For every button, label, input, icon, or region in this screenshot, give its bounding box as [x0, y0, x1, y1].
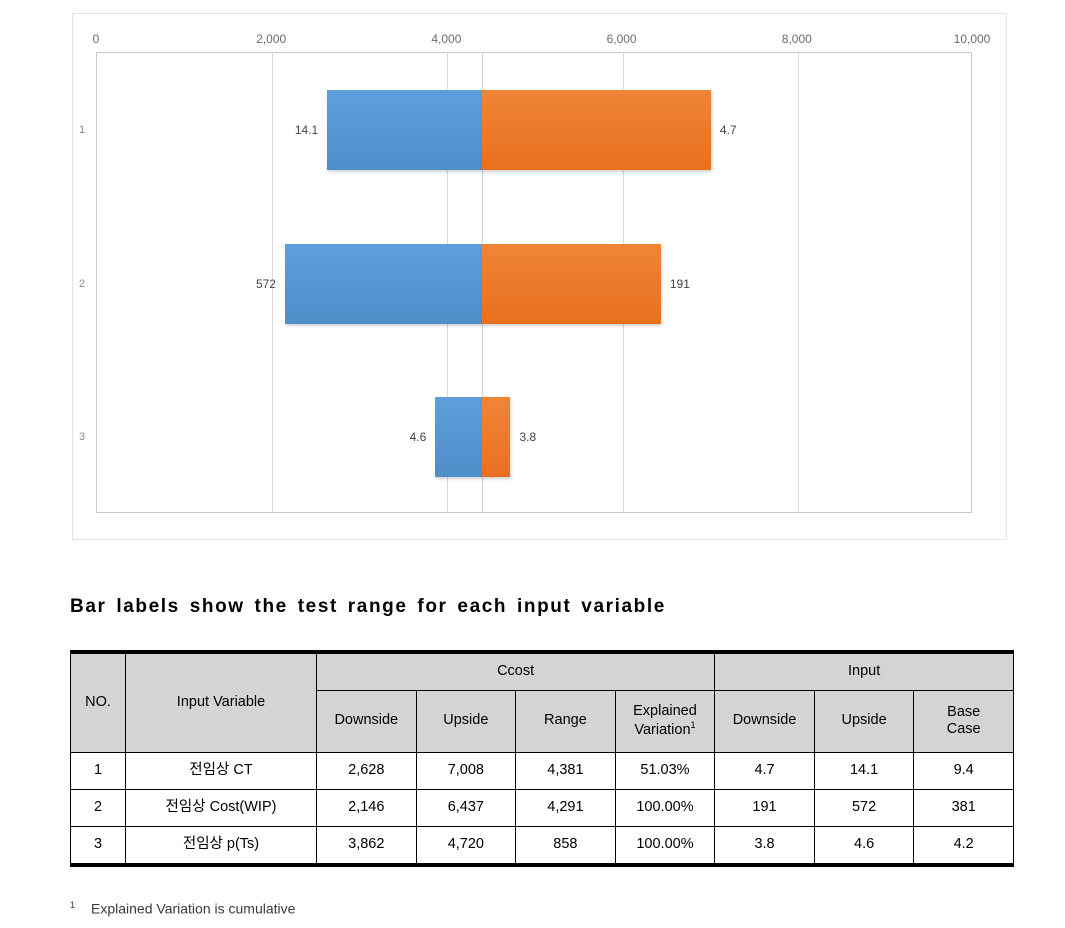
cell-no: 3	[70, 825, 126, 865]
cell-ccost-downside: 2,146	[316, 788, 417, 827]
sensitivity-table: NO. Input Variable Ccost Input Downside …	[70, 650, 1014, 867]
cell-ccost-range: 4,381	[515, 751, 616, 790]
bar-row: 3 4.6 3.8	[79, 397, 971, 478]
cell-ccost-upside: 6,437	[415, 788, 517, 827]
footnote-mark: 1	[70, 900, 76, 910]
bar-label-upside: 4.7	[719, 122, 737, 137]
table-row: 2 전임상 Cost(WIP) 2,146 6,437 4,291 100.00% 191 5…	[70, 788, 1014, 827]
bar-segment-upside[interactable]: 3.8	[482, 397, 536, 478]
bar-label-downside: 4.6	[409, 430, 427, 445]
cell-ccost-downside: 3,862	[316, 825, 417, 865]
col-header-input-upside: Upside	[813, 689, 915, 753]
col-header-ccost-range: Range	[515, 689, 616, 753]
cell-base-case: 381	[913, 788, 1014, 827]
cell-ccost-upside: 4,720	[415, 825, 517, 865]
cell-input-variable: 전임상 CT	[125, 751, 317, 790]
bar-row: 2 572 191	[79, 243, 971, 324]
x-axis-tick-label: 6,000	[606, 32, 637, 46]
cell-input-upside: 4.6	[813, 825, 915, 865]
bar-segment-downside[interactable]: 4.6	[410, 397, 483, 478]
x-axis-tick-label: 2,000	[256, 32, 287, 46]
col-header-explained-variation: Explained Variation1	[614, 689, 716, 753]
table-body: 1 전임상 CT 2,628 7,008 4,381 51.03% 4.7 14.1 9.4 2 전…	[70, 751, 1014, 865]
cell-input-downside: 3.8	[714, 825, 815, 865]
cell-input-variable: 전임상 Cost(WIP)	[125, 788, 317, 827]
y-axis-tick-label: 1	[79, 123, 86, 136]
table-row: 1 전임상 CT 2,628 7,008 4,381 51.03% 4.7 14.1 9.4	[70, 751, 1014, 790]
cell-ccost-range: 4,291	[515, 788, 616, 827]
cell-base-case: 9.4	[913, 751, 1014, 790]
col-group-header-input: Input	[714, 651, 1014, 691]
table-header-group-row: NO. Input Variable Ccost Input	[70, 651, 1014, 753]
col-header-input-downside: Downside	[714, 689, 815, 753]
bar-label-downside: 14.1	[294, 122, 319, 137]
bar-label-upside: 191	[669, 276, 690, 291]
col-header-ccost-upside: Upside	[415, 689, 517, 753]
cell-no: 1	[70, 751, 126, 790]
x-axis: 0 2,000 4,000 6,000 8,000 10,000	[73, 14, 1008, 52]
table-row: 3 전임상 p(Ts) 3,862 4,720 858 100.00% 3.8 4.6 4.2	[70, 825, 1014, 865]
cell-input-upside: 14.1	[813, 751, 915, 790]
cell-no: 2	[70, 788, 126, 827]
bar-segment-downside[interactable]: 572	[256, 243, 483, 324]
cell-explained-variation: 51.03%	[614, 751, 716, 790]
cell-explained-variation: 100.00%	[614, 788, 716, 827]
cell-base-case: 4.2	[913, 825, 1014, 865]
cell-input-variable: 전임상 p(Ts)	[125, 825, 317, 865]
cell-ccost-range: 858	[515, 825, 616, 865]
bar-segment-downside[interactable]: 14.1	[295, 89, 483, 170]
bar-segment-upside[interactable]: 4.7	[482, 89, 737, 170]
x-axis-tick-label: 10,000	[953, 32, 991, 46]
table-footnote: 1 Explained Variation is cumulative	[70, 900, 295, 917]
bar-label-upside: 3.8	[519, 430, 537, 445]
y-axis-tick-label: 2	[79, 277, 86, 290]
x-axis-tick-label: 8,000	[781, 32, 812, 46]
col-header-no: NO.	[70, 651, 126, 753]
cell-input-upside: 572	[813, 788, 915, 827]
bar-row: 1 14.1 4.7	[79, 89, 971, 170]
table-header: NO. Input Variable Ccost Input Downside …	[70, 651, 1014, 753]
chart-caption: Bar labels show the test range for each …	[70, 596, 666, 617]
cell-ccost-upside: 7,008	[415, 751, 517, 790]
x-axis-tick-label: 4,000	[431, 32, 462, 46]
explained-variation-label: Explained Variation	[633, 702, 697, 738]
col-group-header-ccost: Ccost	[315, 651, 716, 691]
col-header-input-variable: Input Variable	[125, 651, 317, 753]
chart-plot-area: 1 14.1 4.7 2 572 191 3 4.6 3.8	[79, 52, 972, 513]
explained-variation-footnote-mark: 1	[690, 720, 696, 731]
tornado-chart: 0 2,000 4,000 6,000 8,000 10,000 1 14.1 4.7 2 572…	[72, 13, 1007, 540]
base-case-label-line2: Case	[946, 721, 981, 737]
cell-input-downside: 191	[714, 788, 815, 827]
bar-segment-upside[interactable]: 191	[482, 243, 690, 324]
cell-input-downside: 4.7	[714, 751, 815, 790]
y-axis-tick-label: 3	[79, 431, 86, 444]
base-case-label-line1: Base	[947, 703, 981, 720]
bar-label-downside: 572	[255, 276, 276, 291]
col-header-ccost-downside: Downside	[316, 689, 417, 753]
cell-explained-variation: 100.00%	[614, 825, 716, 865]
col-header-base-case: Base Case	[913, 689, 1014, 753]
footnote-text: Explained Variation is cumulative	[91, 900, 296, 917]
cell-ccost-downside: 2,628	[316, 751, 417, 790]
x-axis-tick-label: 0	[92, 32, 100, 46]
